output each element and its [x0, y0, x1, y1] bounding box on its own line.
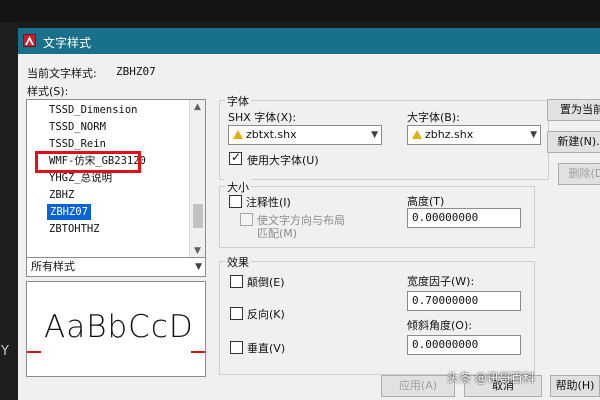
preview-text: AaBbCcD — [44, 309, 194, 345]
annotative-checkbox[interactable] — [229, 195, 242, 208]
height-label: 高度(T) — [407, 195, 445, 208]
chevron-down-icon: ▼ — [195, 262, 202, 272]
scroll-thumb[interactable] — [193, 204, 203, 228]
bigfont-label: 大字体(B): — [407, 111, 460, 124]
oblique-angle-label: 倾斜角度(O): — [407, 319, 472, 332]
dialog-titlebar[interactable]: 文字样式 — [18, 28, 600, 54]
chevron-down-icon: ▼ — [371, 130, 378, 140]
style-preview: AaBbCcD — [26, 281, 206, 377]
styles-listbox[interactable]: TSSD_Dimension TSSD_NORM TSSD_Rein WMF-仿… — [26, 99, 206, 275]
shx-font-dropdown[interactable]: zbtxt.shx ▼ — [228, 125, 382, 145]
shx-font-label: SHX 字体(X): — [228, 111, 297, 124]
annotative-label: 注释性(I) — [246, 196, 291, 209]
scroll-up-icon[interactable]: ▲ — [194, 102, 201, 112]
match-orientation-checkbox[interactable] — [240, 213, 253, 226]
list-item[interactable]: ZBTOHTHZ — [49, 221, 100, 237]
list-item[interactable]: TSSD_Dimension — [49, 102, 138, 118]
width-factor-label: 宽度因子(W): — [407, 275, 475, 288]
effects-group-label: 效果 — [225, 254, 251, 270]
width-factor-input[interactable]: 0.70000000 — [407, 291, 521, 311]
preview-baseline-right — [191, 351, 205, 353]
help-button[interactable]: 帮助(H) — [550, 375, 600, 397]
listbox-vertical-scrollbar[interactable]: ▲ ▼ — [189, 100, 205, 258]
dialog-title: 文字样式 — [43, 36, 92, 50]
upside-down-checkbox[interactable] — [230, 275, 243, 288]
highlight-annotation-box — [35, 151, 141, 173]
set-current-button[interactable]: 置为当前 — [547, 99, 600, 121]
oblique-angle-input[interactable]: 0.00000000 — [407, 335, 521, 355]
current-style-value: ZBHZ07 — [116, 65, 156, 78]
backwards-label: 反向(K) — [247, 308, 285, 321]
current-style-label: 当前文字样式: — [27, 67, 97, 80]
bigfont-dropdown[interactable]: zbhz.shx ▼ — [407, 125, 541, 145]
watermark-text: 头条 @讯哥百科 — [447, 371, 535, 385]
text-style-dialog: 文字样式 当前文字样式: ZBHZ07 样式(S): TSSD_Dimensio… — [18, 28, 600, 400]
new-style-button[interactable]: 新建(N)... — [547, 131, 600, 153]
list-item[interactable]: TSSD_NORM — [49, 119, 106, 135]
shx-font-value: zbtxt.shx — [246, 128, 297, 141]
delete-style-button[interactable]: 删除(D) — [558, 163, 600, 185]
use-bigfont-label: 使用大字体(U) — [247, 154, 319, 167]
preview-baseline-left — [27, 351, 41, 353]
size-group-label: 大小 — [225, 179, 251, 195]
match-orientation-label-2: 匹配(M) — [257, 227, 298, 240]
list-item[interactable]: ZBHZ — [49, 187, 74, 203]
vertical-checkbox[interactable] — [230, 341, 243, 354]
upside-down-label: 颠倒(E) — [247, 276, 285, 289]
chevron-down-icon: ▼ — [530, 130, 537, 140]
apply-button[interactable]: 应用(A) — [381, 375, 455, 397]
top-strip — [0, 0, 600, 22]
font-group-label: 字体 — [225, 93, 251, 109]
list-item[interactable]: TSSD_Rein — [49, 136, 106, 152]
warning-icon — [412, 130, 422, 139]
styles-label: 样式(S): — [27, 85, 69, 98]
warning-icon — [233, 130, 243, 139]
style-filter-dropdown[interactable]: 所有样式 ▼ — [26, 257, 206, 277]
height-input[interactable]: 0.00000000 — [407, 208, 521, 228]
bigfont-value: zbhz.shx — [425, 128, 474, 141]
style-filter-value: 所有样式 — [31, 260, 75, 273]
check-icon: ✓ — [231, 150, 242, 164]
canvas-y-axis-label: Y — [1, 344, 9, 359]
vertical-label: 垂直(V) — [247, 342, 286, 355]
scroll-down-icon[interactable]: ▼ — [194, 246, 201, 256]
autocad-app-icon — [23, 34, 36, 47]
use-bigfont-checkbox[interactable]: ✓ — [229, 150, 242, 165]
list-item-selected[interactable]: ZBHZ07 — [47, 204, 91, 220]
backwards-checkbox[interactable] — [230, 307, 243, 320]
